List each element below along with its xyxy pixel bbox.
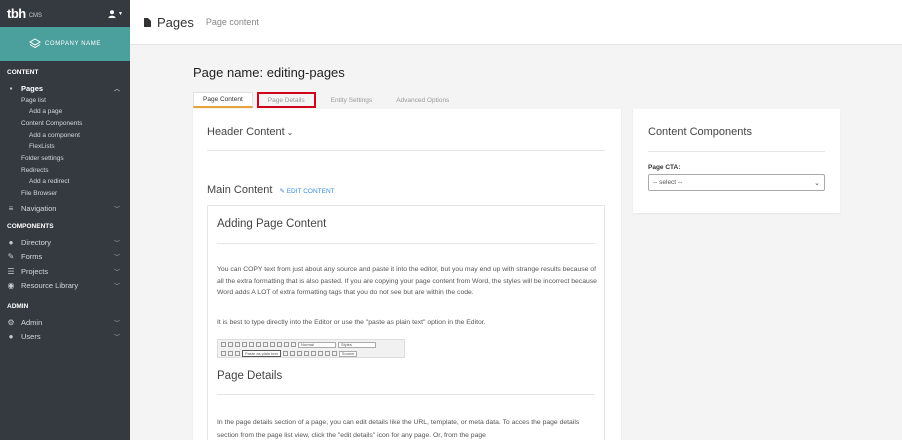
brand-logo[interactable]: tbh CMS	[7, 5, 43, 21]
main-content-label: Main Content	[207, 184, 273, 196]
sidebar-item-projects[interactable]: ☰ Projects ﹀	[0, 264, 130, 278]
brand-mark: tbh	[7, 5, 26, 21]
gear-icon: ⚙	[7, 317, 15, 327]
source-button: Source	[338, 350, 358, 357]
section-components: COMPONENTS	[7, 223, 54, 230]
header-content-label: Header Content	[207, 126, 285, 138]
pencil-icon: ✎	[279, 188, 285, 195]
paragraph: It is best to type directly into the Edi…	[217, 319, 486, 326]
content-components-title: Content Components	[648, 126, 752, 138]
chevron-down-icon: ﹀	[113, 284, 120, 290]
chevron-down-icon: ▼	[118, 10, 123, 17]
chevron-up-icon: ︿	[113, 86, 120, 93]
sidebar-item-forms[interactable]: ✎ Forms ﹀	[0, 249, 130, 264]
page-cta-label: Page CTA:	[648, 164, 681, 171]
info-icon: ◉	[7, 281, 15, 290]
sidebar-item-page-list[interactable]: Page list	[0, 97, 130, 108]
tab-advanced-options[interactable]: Advanced Options	[387, 92, 458, 108]
brand-cms: CMS	[28, 12, 43, 19]
sidebar-item-label: Projects	[21, 266, 49, 276]
adding-content-heading: Adding Page Content	[217, 218, 327, 230]
tab-bar: Page Content Page Details Entity Setting…	[193, 92, 458, 108]
sidebar-item-add-component[interactable]: Add a component	[0, 132, 130, 143]
user-menu-button[interactable]: ▼	[108, 9, 123, 18]
sidebar-item-navigation[interactable]: ≡ Navigation ﹀	[0, 201, 130, 216]
tab-page-details[interactable]: Page Details	[256, 92, 316, 108]
page-details-heading: Page Details	[217, 370, 283, 382]
sidebar-item-redirects[interactable]: Redirects	[0, 167, 130, 178]
divider	[217, 394, 595, 395]
page-name-heading: Page name: editing-pages	[193, 65, 345, 80]
sidebar-item-pages[interactable]: ▪ Pages ︿	[0, 82, 130, 94]
sidebar-item-label: Admin	[21, 317, 43, 327]
page-cta-select[interactable]: -- select -- ⌄	[648, 174, 825, 191]
company-logo-icon	[29, 38, 41, 49]
sidebar-item-flexlists[interactable]: FlexLists	[0, 143, 130, 155]
chevron-down-icon: ⌄	[814, 179, 820, 187]
sidebar-item-content-components[interactable]: Content Components	[0, 120, 130, 132]
content-components-card: Content Components Page CTA: -- select -…	[633, 109, 840, 213]
section-content: CONTENT	[7, 69, 39, 76]
paragraph: You can COPY text from just about any so…	[217, 266, 597, 296]
sidebar-item-add-redirect[interactable]: Add a redirect	[0, 178, 130, 190]
edit-content-label: EDIT CONTENT	[286, 188, 335, 195]
topbar: Pages Page content	[130, 0, 902, 45]
edit-content-link[interactable]: ✎ EDIT CONTENT	[279, 187, 334, 195]
chevron-down-icon: ﹀	[113, 269, 120, 276]
page-content-card: Header Content ⌄ Main Content ✎ EDIT CON…	[193, 109, 621, 440]
tab-entity-settings[interactable]: Entity Settings	[322, 92, 382, 108]
sidebar-top: tbh CMS ▼	[0, 0, 130, 27]
format-select: Normal	[298, 341, 336, 348]
sidebar-item-label: Users	[21, 332, 41, 341]
page-cta-value: -- select --	[653, 179, 683, 186]
chevron-down-icon: ﹀	[113, 335, 120, 341]
tab-page-content[interactable]: Page Content	[193, 92, 253, 108]
page-title: Pages	[157, 14, 194, 30]
user-icon	[108, 9, 116, 18]
file-icon: ▪	[9, 83, 13, 93]
sidebar-item-add-page[interactable]: Add a page	[0, 108, 130, 120]
chevron-down-icon: ﹀	[113, 240, 120, 247]
sidebar-item-folder-settings[interactable]: Folder settings	[0, 155, 130, 167]
page-subtitle: Page content	[205, 17, 259, 27]
sidebar-item-label: Directory	[21, 237, 52, 247]
sidebar-item-label: Forms	[21, 252, 43, 261]
sidebar-item-admin[interactable]: ⚙ Admin ﹀	[0, 315, 130, 329]
sidebar-item-users[interactable]: ● Users ﹀	[0, 329, 130, 344]
chevron-down-icon: ﹀	[113, 320, 120, 327]
sidebar-item-file-browser[interactable]: File Browser	[0, 190, 130, 201]
sidebar-item-resource-library[interactable]: ◉ Resource Library ﹀	[0, 278, 130, 293]
divider	[217, 243, 595, 244]
paste-tooltip: Paste as plain text	[242, 350, 281, 357]
header-content-toggle[interactable]: Header Content ⌄	[207, 126, 293, 138]
users-group-icon: ●	[8, 237, 14, 247]
chevron-down-icon: ⌄	[286, 127, 294, 137]
file-icon	[144, 17, 151, 27]
divider	[648, 151, 825, 152]
menu-icon: ≡	[8, 204, 14, 213]
company-banner[interactable]: COMPANY NAME	[0, 27, 130, 61]
chevron-down-icon: ﹀	[113, 207, 120, 213]
sidebar: tbh CMS ▼ COMPANY NAME CONTENT ▪ Pages ︿ …	[0, 0, 130, 440]
edit-icon: ✎	[7, 252, 15, 261]
sidebar-item-label: Resource Library	[21, 281, 79, 290]
list-icon: ☰	[7, 266, 15, 276]
section-admin: ADMIN	[7, 303, 29, 310]
divider	[207, 150, 605, 151]
chevron-down-icon: ﹀	[113, 255, 120, 261]
company-name: COMPANY NAME	[45, 41, 101, 47]
sidebar-item-label: Pages	[21, 83, 44, 93]
main-content-header: Main Content ✎ EDIT CONTENT	[207, 184, 335, 196]
main-content-preview: Adding Page Content You can COPY text fr…	[207, 205, 605, 440]
sidebar-item-label: Navigation	[21, 204, 57, 213]
paragraph: In the page details section of a page, y…	[217, 419, 580, 439]
styles-select: Styles	[338, 341, 376, 348]
sidebar-item-directory[interactable]: ● Directory ﹀	[0, 235, 130, 249]
editor-toolbar-screenshot: Normal Styles Paste as plain text Source	[217, 339, 405, 358]
users-icon: ●	[8, 332, 14, 341]
